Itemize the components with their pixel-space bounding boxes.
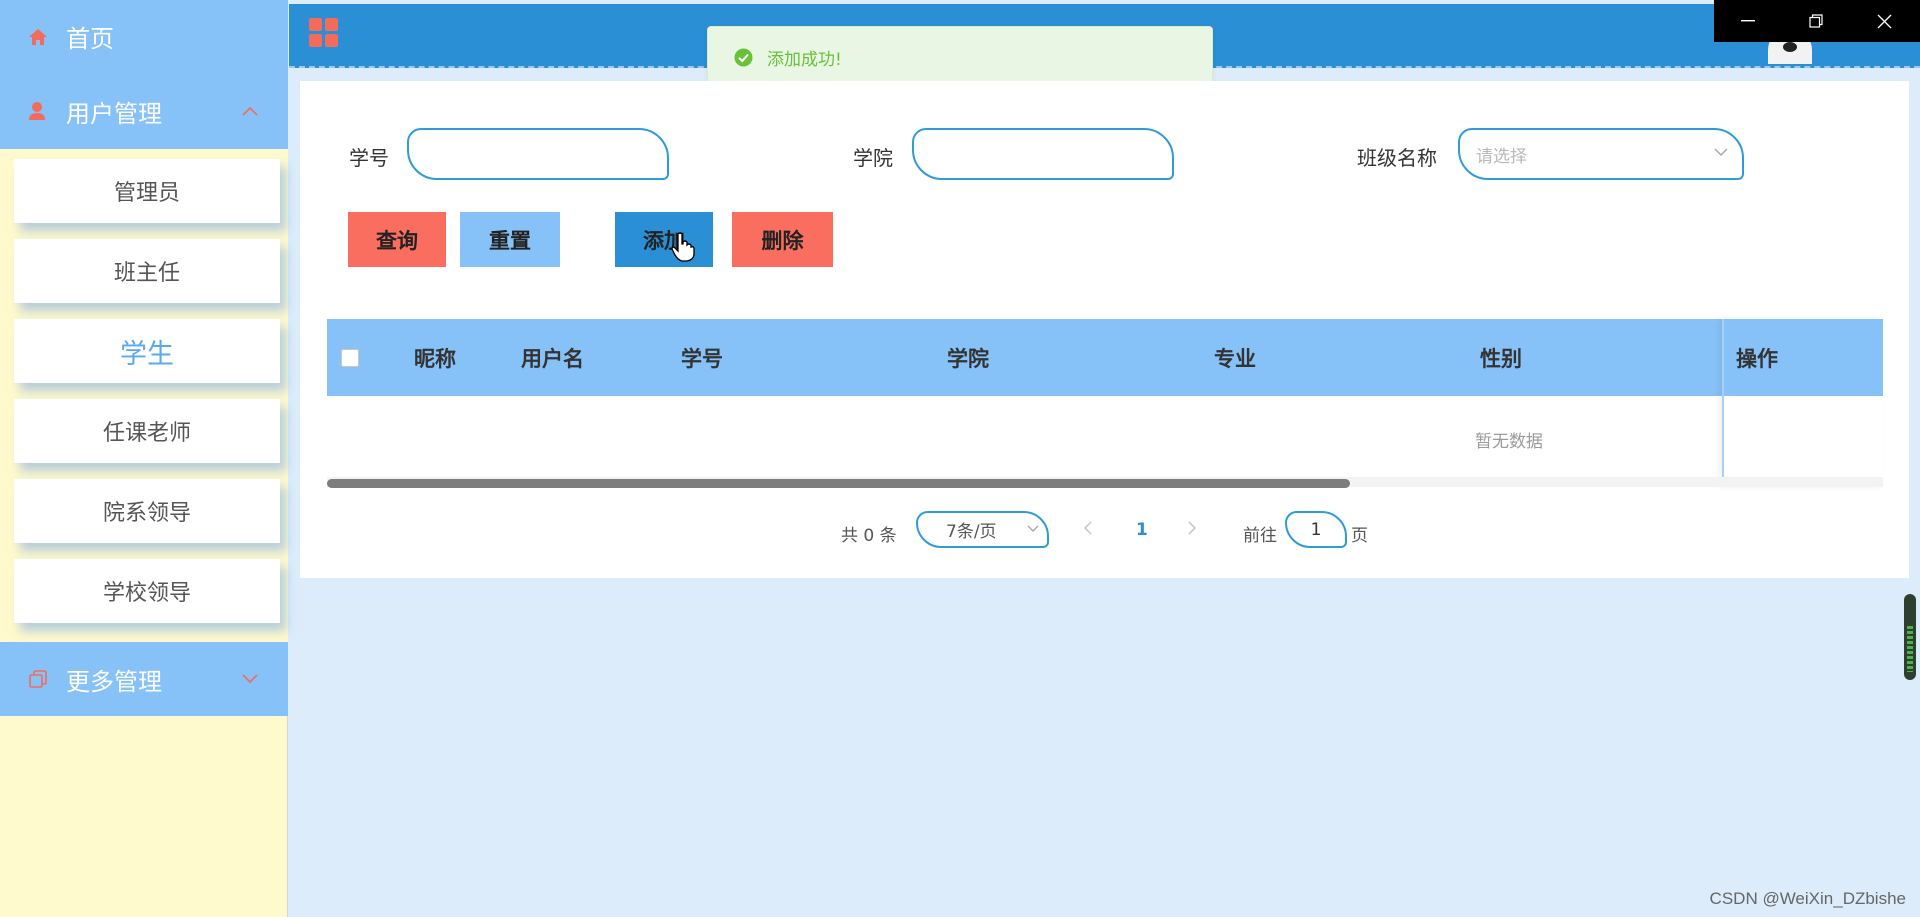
close-button[interactable]	[1850, 0, 1918, 42]
menu-more-management-label: 更多管理	[66, 667, 162, 696]
restore-icon	[1809, 14, 1823, 28]
page-unit-label: 页	[1351, 526, 1368, 546]
sidebar-item-label: 学生	[120, 338, 174, 370]
sidebar-item-head-teacher[interactable]: 班主任	[14, 239, 280, 303]
reset-button[interactable]: 重置	[460, 212, 560, 267]
sidebar-item-admin[interactable]: 管理员	[14, 159, 280, 223]
select-all-checkbox[interactable]	[341, 349, 359, 367]
class-name-label: 班级名称	[1357, 146, 1437, 170]
column-nickname[interactable]: 昵称	[414, 319, 456, 396]
column-username[interactable]: 用户名	[521, 319, 584, 396]
sidebar-item-label: 院系领导	[102, 501, 191, 526]
close-icon	[1877, 14, 1891, 28]
chevron-left-icon	[1083, 521, 1092, 535]
class-name-select[interactable]: 请选择	[1458, 128, 1744, 180]
empty-state-text: 暂无数据	[1475, 432, 1543, 452]
sidebar-item-label: 管理员	[113, 181, 180, 206]
table-header: 昵称 用户名 学号 学院 专业 性别	[327, 319, 1883, 396]
vertical-scrollbar[interactable]	[1904, 594, 1916, 680]
minimize-button[interactable]	[1714, 0, 1782, 42]
success-check-icon	[734, 48, 753, 67]
add-button[interactable]: 添加	[615, 212, 713, 267]
hand-cursor-icon	[671, 232, 695, 262]
data-table: 昵称 用户名 学号 学院 专业 性别 操作 暂无数据	[327, 319, 1883, 489]
main-card: 学号 学院 班级名称 请选择 查询 重置 添加 删除 昵称 用户名 学号 学院 …	[300, 81, 1909, 578]
fixed-actions-column: 操作	[1722, 319, 1883, 487]
menu-more-management[interactable]: 更多管理	[0, 642, 288, 716]
column-student-no[interactable]: 学号	[681, 319, 723, 396]
grid-menu-icon[interactable]	[309, 18, 339, 52]
sidebar-item-label: 学校领导	[102, 581, 191, 606]
goto-page-value: 1	[1310, 519, 1322, 540]
pagination: 共 0 条 7条/页 1 前往 1 页	[300, 511, 1909, 551]
menu-user-management-label: 用户管理	[66, 99, 162, 128]
next-page-button[interactable]	[1187, 520, 1197, 536]
home-icon	[28, 28, 54, 46]
column-major[interactable]: 专业	[1214, 319, 1256, 396]
user-icon	[28, 101, 54, 121]
page-size-value: 7条/页	[946, 522, 997, 542]
sidebar-item-course-teacher[interactable]: 任课老师	[14, 399, 280, 463]
goto-label: 前往	[1243, 526, 1277, 546]
sidebar-item-label: 任课老师	[102, 421, 191, 446]
chevron-up-icon	[242, 106, 258, 116]
chevron-down-icon	[242, 674, 258, 684]
student-no-input[interactable]	[407, 128, 669, 180]
pagination-total: 共 0 条	[841, 526, 897, 546]
success-toast: 添加成功!	[707, 26, 1213, 89]
menu-home-label: 首页	[66, 25, 114, 53]
college-input[interactable]	[912, 128, 1174, 180]
watermark: CSDN @WeiXin_DZbishe	[1709, 889, 1906, 908]
restore-button[interactable]	[1782, 0, 1850, 42]
sidebar-item-student[interactable]: 学生	[14, 319, 280, 383]
menu-home[interactable]: 首页	[0, 0, 288, 73]
page-size-select[interactable]: 7条/页	[916, 511, 1049, 548]
sidebar-item-school-leader[interactable]: 学校领导	[14, 559, 280, 623]
query-button[interactable]: 查询	[348, 212, 446, 267]
column-college[interactable]: 学院	[947, 319, 989, 396]
horizontal-scrollbar-thumb[interactable]	[327, 479, 1350, 488]
prev-page-button[interactable]	[1083, 520, 1093, 536]
sidebar-item-label: 班主任	[113, 261, 180, 286]
minimize-icon	[1741, 20, 1755, 22]
column-gender[interactable]: 性别	[1480, 319, 1522, 396]
sidebar: 首页 用户管理 管理员 班主任 学生 任课老师 院系领导 学校领导 更多管理	[0, 0, 288, 917]
chevron-down-icon	[1714, 148, 1728, 157]
user-submenu: 管理员 班主任 学生 任课老师 院系领导 学校领导	[0, 149, 288, 642]
window-controls	[1714, 0, 1920, 42]
college-label: 学院	[853, 146, 893, 170]
student-no-label: 学号	[349, 146, 389, 170]
chevron-down-icon	[1027, 525, 1039, 533]
copy-icon	[28, 669, 54, 689]
chevron-right-icon	[1188, 521, 1197, 535]
class-select-placeholder: 请选择	[1476, 146, 1527, 167]
toast-message: 添加成功!	[767, 50, 842, 70]
goto-page-input[interactable]: 1	[1285, 511, 1347, 548]
delete-button[interactable]: 删除	[732, 212, 833, 267]
page-number-current[interactable]: 1	[1136, 520, 1148, 540]
column-actions[interactable]: 操作	[1724, 319, 1883, 396]
menu-user-management[interactable]: 用户管理	[0, 73, 288, 149]
sidebar-item-department-leader[interactable]: 院系领导	[14, 479, 280, 543]
